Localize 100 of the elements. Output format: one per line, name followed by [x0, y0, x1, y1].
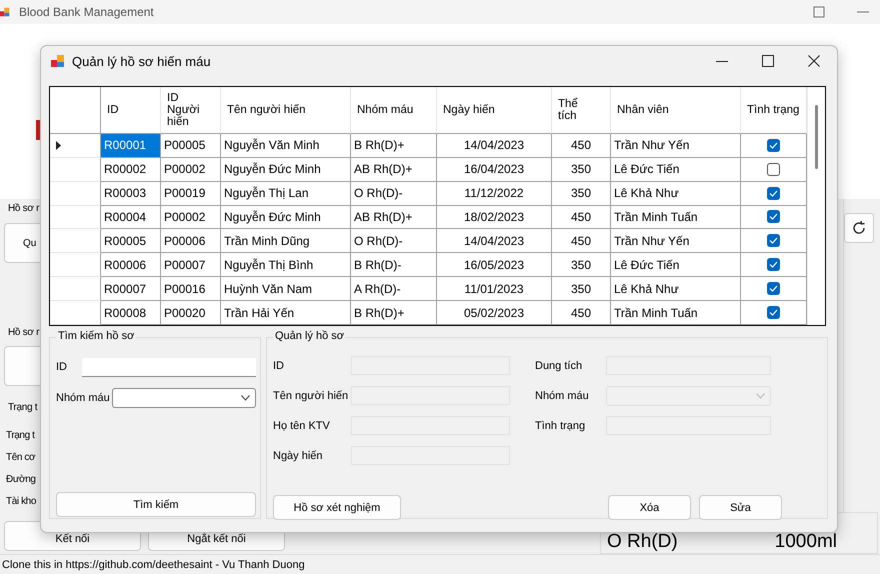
- app-icon: [0, 6, 10, 18]
- table-cell: Huỳnh Văn Nam: [221, 277, 351, 302]
- table-cell: P00005: [161, 134, 221, 158]
- table-cell: Lê Khả Như: [611, 277, 741, 302]
- app-icon: [51, 54, 65, 68]
- table-cell: P00002: [161, 158, 221, 182]
- column-header[interactable]: Nhân viên: [611, 87, 741, 134]
- checkbox[interactable]: [767, 138, 780, 152]
- chevron-icon: [241, 395, 250, 401]
- field-label: Ngày hiến: [273, 450, 324, 462]
- table-cell: 11/01/2023: [437, 277, 552, 302]
- table-cell: P00007: [161, 253, 221, 278]
- group-title: Quản lý hồ sơ: [273, 330, 346, 342]
- table-cell: Nguyễn Thị Lan: [221, 182, 351, 206]
- status-bar: Clone this in https://github.com/deethesaint - Vu Thanh Duong: [0, 554, 880, 574]
- table-cell: 18/02/2023: [437, 206, 552, 230]
- table-cell: 450: [552, 301, 611, 325]
- checkbox[interactable]: [767, 186, 780, 200]
- checkbox[interactable]: [767, 282, 780, 296]
- table-cell: 350: [552, 158, 611, 182]
- table-cell: B Rh(D)-: [351, 253, 437, 278]
- window-title: Blood Bank Management: [19, 4, 154, 19]
- table-cell: A Rh(D)-: [351, 277, 437, 302]
- table-cell: AB Rh(D)+: [351, 158, 437, 182]
- chevron-icon: [756, 392, 765, 398]
- field-label: Dung tích: [535, 360, 584, 372]
- table-cell: 450: [552, 134, 611, 158]
- checkbox[interactable]: [767, 234, 780, 248]
- checkbox[interactable]: [767, 210, 780, 224]
- table-cell: P00016: [161, 277, 221, 302]
- table-cell: Trần Minh Tuấn: [611, 206, 741, 230]
- table-cell: B Rh(D)+: [351, 301, 437, 325]
- table-cell: R00001: [101, 134, 161, 158]
- status-label: Đường: [6, 474, 36, 487]
- table-cell: 450: [552, 206, 611, 230]
- field-label: Nhóm máu: [535, 390, 590, 402]
- table-cell: 14/04/2023: [437, 229, 552, 254]
- header-corner[interactable]: [50, 87, 101, 134]
- delete-button[interactable]: Xóa: [608, 495, 691, 520]
- column-header[interactable]: Ngày hiến: [437, 87, 552, 134]
- table-cell: Lê Đức Tiến: [611, 158, 741, 182]
- field-label: Nhóm máu: [56, 392, 111, 404]
- table-cell: P00006: [161, 229, 221, 254]
- column-header[interactable]: Nhóm máu: [351, 87, 437, 134]
- column-header[interactable]: Tên người hiến: [221, 87, 351, 134]
- table-cell: R00002: [101, 158, 161, 182]
- column-header[interactable]: ID Người hiến: [161, 87, 221, 134]
- test-records-button[interactable]: Hồ sơ xét nghiệm: [273, 495, 401, 520]
- search-button[interactable]: Tìm kiếm: [56, 492, 256, 517]
- table-cell: P00019: [161, 182, 221, 206]
- maximize-icon[interactable]: [761, 54, 775, 68]
- dialog-title: Quản lý hồ sơ hiến máu: [72, 54, 211, 68]
- table-cell: 05/02/2023: [437, 301, 552, 325]
- table-cell: Lê Đức Tiến: [611, 253, 741, 278]
- table-cell: R00005: [101, 229, 161, 254]
- scrollbar-thumb[interactable]: [815, 105, 818, 169]
- table-cell: R00008: [101, 301, 161, 325]
- table-cell: Trần Như Yến: [611, 229, 741, 254]
- table-cell: 350: [552, 182, 611, 206]
- table-cell: Lê Khả Như: [611, 182, 741, 206]
- field-label: ID: [56, 361, 68, 373]
- refresh-icon: [851, 220, 867, 236]
- status-label: Tài kho: [6, 496, 36, 509]
- field-label: Tên người hiến: [273, 390, 350, 402]
- status-label: Tên cơ: [6, 452, 36, 465]
- refresh-button[interactable]: [844, 213, 874, 243]
- table-cell: B Rh(D)+: [351, 134, 437, 158]
- table-cell: Trần Hải Yến: [221, 301, 351, 325]
- column-header[interactable]: Thể tích: [552, 87, 611, 134]
- checkbox[interactable]: [767, 162, 780, 176]
- table-cell: Trần Minh Dũng: [221, 229, 351, 254]
- dropdown-field[interactable]: [112, 388, 256, 408]
- table-cell: 11/12/2022: [437, 182, 552, 206]
- checkbox[interactable]: [767, 306, 780, 320]
- field-label: Tình trạng: [535, 420, 586, 432]
- field-label: Họ tên KTV: [273, 420, 331, 432]
- volume-value: 1000ml: [774, 532, 837, 552]
- field-label: ID: [273, 360, 285, 372]
- table-cell: 450: [552, 229, 611, 254]
- edit-button[interactable]: Sửa: [699, 495, 782, 520]
- table-cell: P00020: [161, 301, 221, 325]
- input-field[interactable]: [82, 358, 256, 376]
- group-title: Hồ sơ r: [8, 327, 40, 340]
- table-cell: O Rh(D)-: [351, 182, 437, 206]
- table-cell: Nguyễn Thị Bình: [221, 253, 351, 278]
- table-cell: 16/05/2023: [437, 253, 552, 278]
- checkbox[interactable]: [767, 258, 780, 272]
- table-cell: Trần Minh Tuấn: [611, 301, 741, 325]
- table-cell: R00006: [101, 253, 161, 278]
- table-cell: Trần Như Yến: [611, 134, 741, 158]
- table-cell: 350: [552, 253, 611, 278]
- table-cell: 14/04/2023: [437, 134, 552, 158]
- table-cell: P00002: [161, 206, 221, 230]
- table-cell: R00003: [101, 182, 161, 206]
- column-header[interactable]: Tình trạng: [741, 87, 807, 134]
- table-cell: R00007: [101, 277, 161, 302]
- group-title: Tìm kiếm hồ sơ: [56, 330, 136, 342]
- table-cell: AB Rh(D)+: [351, 206, 437, 230]
- close-icon[interactable]: [807, 54, 821, 68]
- table-cell: O Rh(D)-: [351, 229, 437, 254]
